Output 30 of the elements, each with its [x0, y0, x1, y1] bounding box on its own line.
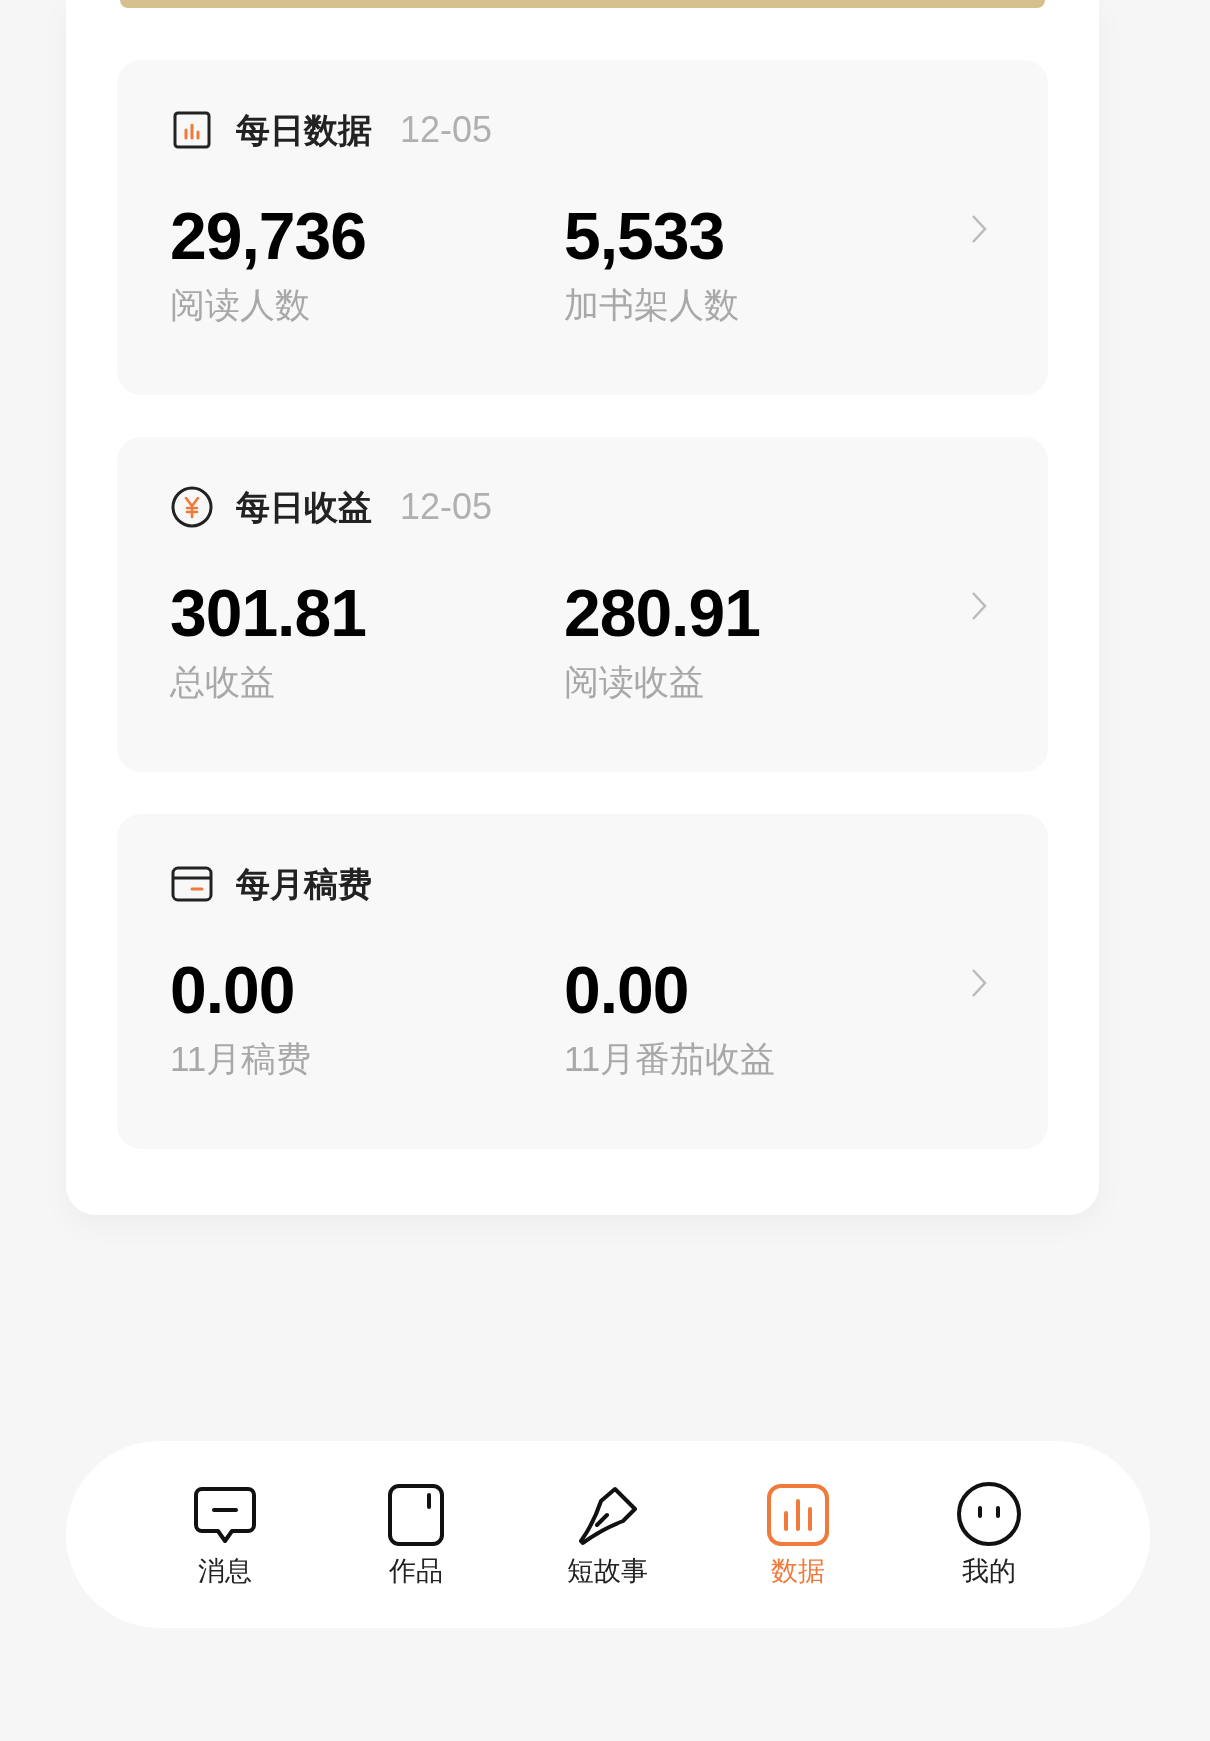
nav-tab[interactable]: 我的	[929, 1480, 1049, 1589]
stat-label: 阅读人数	[170, 284, 310, 326]
nav-tab[interactable]: 短故事	[547, 1480, 667, 1589]
stat-value: 280.91	[564, 575, 760, 652]
chevron-right-icon	[970, 967, 988, 999]
chevron-right-icon	[970, 590, 988, 622]
stat-label: 11月番茄收益	[564, 1038, 776, 1080]
card-icon	[170, 865, 214, 903]
date-label: 12-05	[400, 485, 493, 529]
stats-card[interactable]: 每日数据 12-05 29,736 阅读人数 5,533 加书架人数	[117, 60, 1048, 395]
stats-card[interactable]: 每月稿费 0.00 11月稿费 0.00 11月番茄收益	[117, 814, 1048, 1149]
stat-value: 29,736	[170, 198, 366, 275]
yuan-coin-icon	[170, 485, 214, 529]
card-title: 每日数据	[236, 109, 372, 151]
stat-label: 总收益	[170, 661, 275, 703]
card-title: 每月稿费	[236, 863, 372, 905]
stat-value: 5,533	[564, 198, 725, 275]
stat-value: 0.00	[564, 952, 689, 1029]
stat-label: 加书架人数	[564, 284, 739, 326]
nav-tab[interactable]: 消息	[165, 1480, 285, 1589]
card-title: 每日收益	[236, 486, 372, 528]
stat-value: 301.81	[170, 575, 366, 652]
stat-label: 11月稿费	[170, 1038, 312, 1080]
face-icon	[956, 1480, 1022, 1547]
nav-tab[interactable]: 作品	[356, 1480, 476, 1589]
chevron-right-icon	[970, 213, 988, 245]
stats-card[interactable]: 每日收益 12-05 301.81 总收益 280.91 阅读收益	[117, 437, 1048, 772]
date-label: 12-05	[400, 108, 493, 152]
stat-value: 0.00	[170, 952, 295, 1029]
stat-label: 阅读收益	[564, 661, 704, 703]
